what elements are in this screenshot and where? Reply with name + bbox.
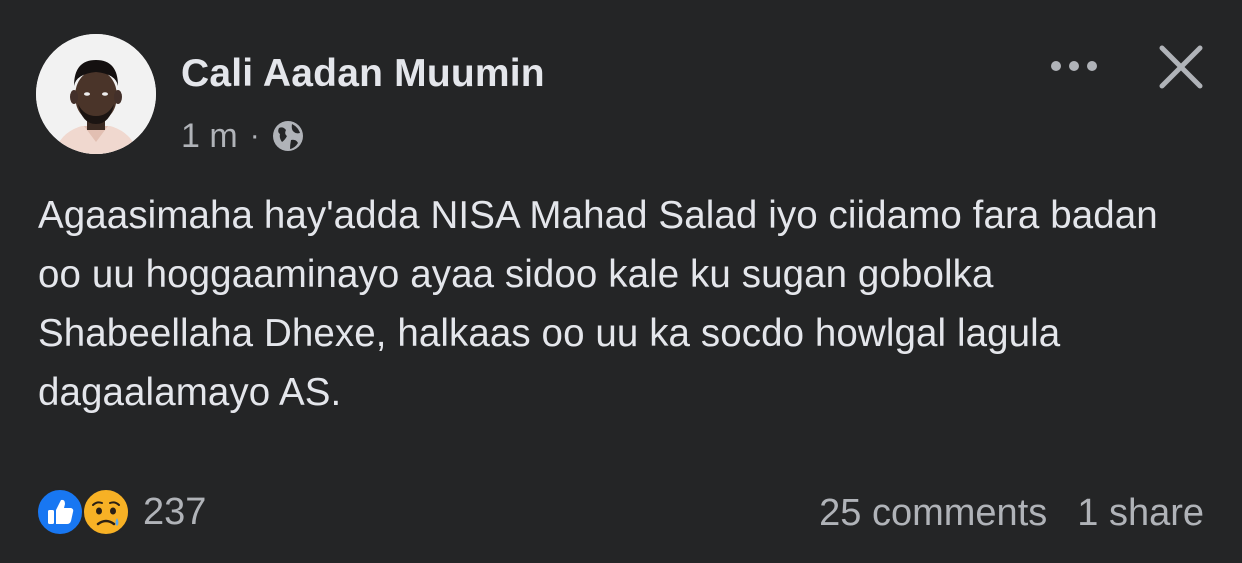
close-button[interactable]: [1152, 38, 1210, 96]
globe-icon[interactable]: [270, 118, 306, 154]
comments-count-link[interactable]: 25 comments: [819, 492, 1047, 535]
sad-icon: [81, 487, 131, 537]
post-timestamp[interactable]: 1 m: [181, 117, 238, 156]
author-name[interactable]: Cali Aadan Muumin: [181, 52, 545, 96]
more-options-icon: [1051, 61, 1097, 71]
more-options-button[interactable]: [1044, 46, 1104, 86]
close-icon: [1159, 45, 1203, 89]
reaction-count: 237: [143, 490, 207, 533]
post-text: Agaasimaha hay'adda NISA Mahad Salad iyo…: [38, 194, 1158, 414]
like-icon: [35, 487, 85, 537]
reaction-summary[interactable]: 237: [35, 486, 206, 538]
post-stats: 25 comments 1 share: [819, 488, 1204, 538]
shares-count-link[interactable]: 1 share: [1077, 492, 1204, 535]
meta-separator: ·: [249, 119, 260, 152]
post-card: Cali Aadan Muumin 1 m · Agaasimaha hay'a…: [0, 0, 1242, 563]
post-meta: 1 m ·: [181, 115, 306, 157]
avatar[interactable]: [36, 34, 156, 154]
avatar-image: [36, 34, 156, 154]
